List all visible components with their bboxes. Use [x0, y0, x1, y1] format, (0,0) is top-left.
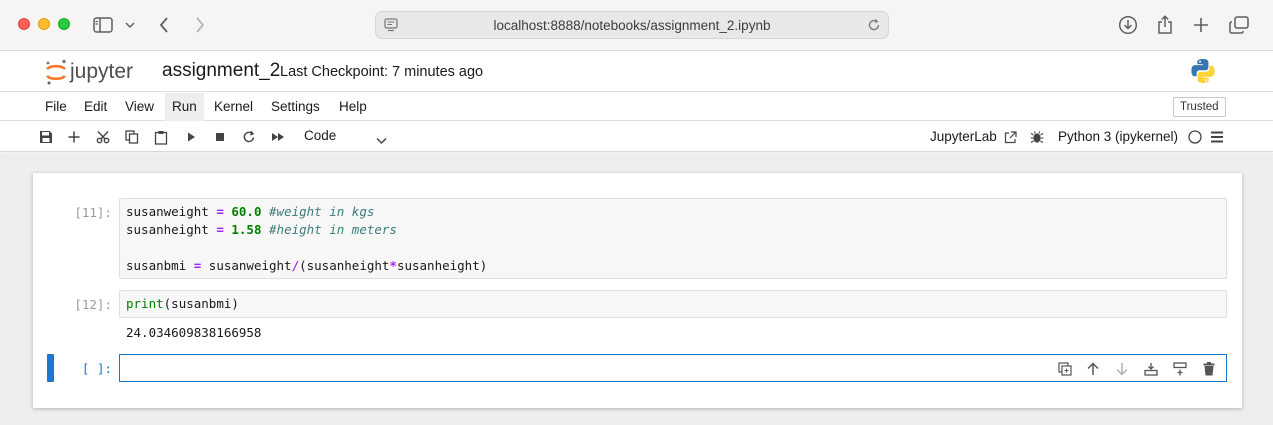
code-line: print(susanbmi) [126, 296, 239, 311]
external-link-icon[interactable] [1002, 129, 1018, 145]
new-tab-icon[interactable] [1192, 13, 1210, 37]
close-window-button[interactable] [18, 18, 30, 30]
cut-icon[interactable] [95, 129, 111, 145]
tabs-icon[interactable] [1229, 13, 1249, 37]
sidebar-icon[interactable] [92, 13, 114, 37]
chevron-down-icon[interactable] [376, 132, 387, 150]
menu-run[interactable]: Run [165, 93, 204, 121]
reload-icon[interactable] [867, 18, 881, 37]
code-line: susanbmi = susanweight/(susanheight*susa… [126, 258, 488, 273]
cell-prompt: [ ]: [81, 361, 112, 376]
menu-file[interactable]: File [38, 93, 74, 121]
code-cell-input[interactable]: print(susanbmi) [119, 290, 1227, 318]
menu-icon[interactable] [1209, 129, 1225, 145]
stop-icon[interactable] [212, 129, 228, 145]
back-icon[interactable] [156, 13, 172, 37]
code-line: susanheight = 1.58 #height in meters [126, 222, 397, 237]
kernel-name[interactable]: Python 3 (ipykernel) [1058, 129, 1178, 144]
duplicate-cell-icon[interactable] [1057, 361, 1073, 377]
cell-prompt: [11]: [74, 205, 112, 220]
address-bar[interactable]: localhost:8888/notebooks/assignment_2.ip… [375, 11, 889, 39]
url-text[interactable]: localhost:8888/notebooks/assignment_2.ip… [376, 18, 888, 33]
active-code-cell-input[interactable] [119, 354, 1227, 382]
code-line: susanweight = 60.0 #weight in kgs [126, 204, 375, 219]
trusted-badge[interactable]: Trusted [1173, 97, 1226, 117]
zoom-window-button[interactable] [58, 18, 70, 30]
code-cell-input[interactable]: susanweight = 60.0 #weight in kgs susanh… [119, 198, 1227, 279]
notebook-title[interactable]: assignment_2 [162, 60, 280, 82]
menu-settings[interactable]: Settings [264, 93, 327, 121]
run-icon[interactable] [183, 129, 199, 145]
jupyter-header: jupyter assignment_2 Last Checkpoint: 7 … [0, 52, 1273, 92]
menu-view[interactable]: View [118, 93, 161, 121]
minimize-window-button[interactable] [38, 18, 50, 30]
debugger-icon[interactable] [1029, 129, 1045, 145]
menu-help[interactable]: Help [332, 93, 374, 121]
cell-output: 24.034609838166958 [126, 325, 262, 340]
add-cell-icon[interactable] [66, 129, 82, 145]
fast-forward-icon[interactable] [270, 129, 286, 145]
jupyterlab-link[interactable]: JupyterLab [930, 129, 997, 144]
move-down-icon[interactable] [1114, 361, 1130, 377]
browser-chrome: localhost:8888/notebooks/assignment_2.ip… [0, 0, 1273, 51]
python-logo-icon [1190, 58, 1216, 89]
share-icon[interactable] [1156, 13, 1174, 37]
last-checkpoint: Last Checkpoint: 7 minutes ago [280, 64, 484, 80]
kernel-status-icon [1187, 129, 1203, 145]
cell-prompt: [12]: [74, 297, 112, 312]
svg-text:jupyter: jupyter [69, 60, 133, 83]
delete-cell-icon[interactable] [1201, 361, 1217, 377]
restart-icon[interactable] [241, 129, 257, 145]
jupyter-logo[interactable]: jupyter [44, 57, 154, 87]
move-up-icon[interactable] [1085, 361, 1101, 377]
save-icon[interactable] [38, 129, 54, 145]
copy-icon[interactable] [124, 129, 140, 145]
paste-icon[interactable] [153, 129, 169, 145]
insert-above-icon[interactable] [1143, 361, 1159, 377]
chevron-down-icon[interactable] [124, 13, 136, 37]
notebook-toolbar: Code JupyterLab Python 3 (ipykernel) [0, 122, 1273, 152]
cell-type-select[interactable]: Code [304, 128, 336, 143]
menu-bar: File Edit View Run Kernel Settings Help … [0, 93, 1273, 121]
forward-icon[interactable] [192, 13, 208, 37]
menu-edit[interactable]: Edit [77, 93, 114, 121]
insert-below-icon[interactable] [1172, 361, 1188, 377]
download-icon[interactable] [1118, 13, 1138, 37]
menu-kernel[interactable]: Kernel [207, 93, 260, 121]
